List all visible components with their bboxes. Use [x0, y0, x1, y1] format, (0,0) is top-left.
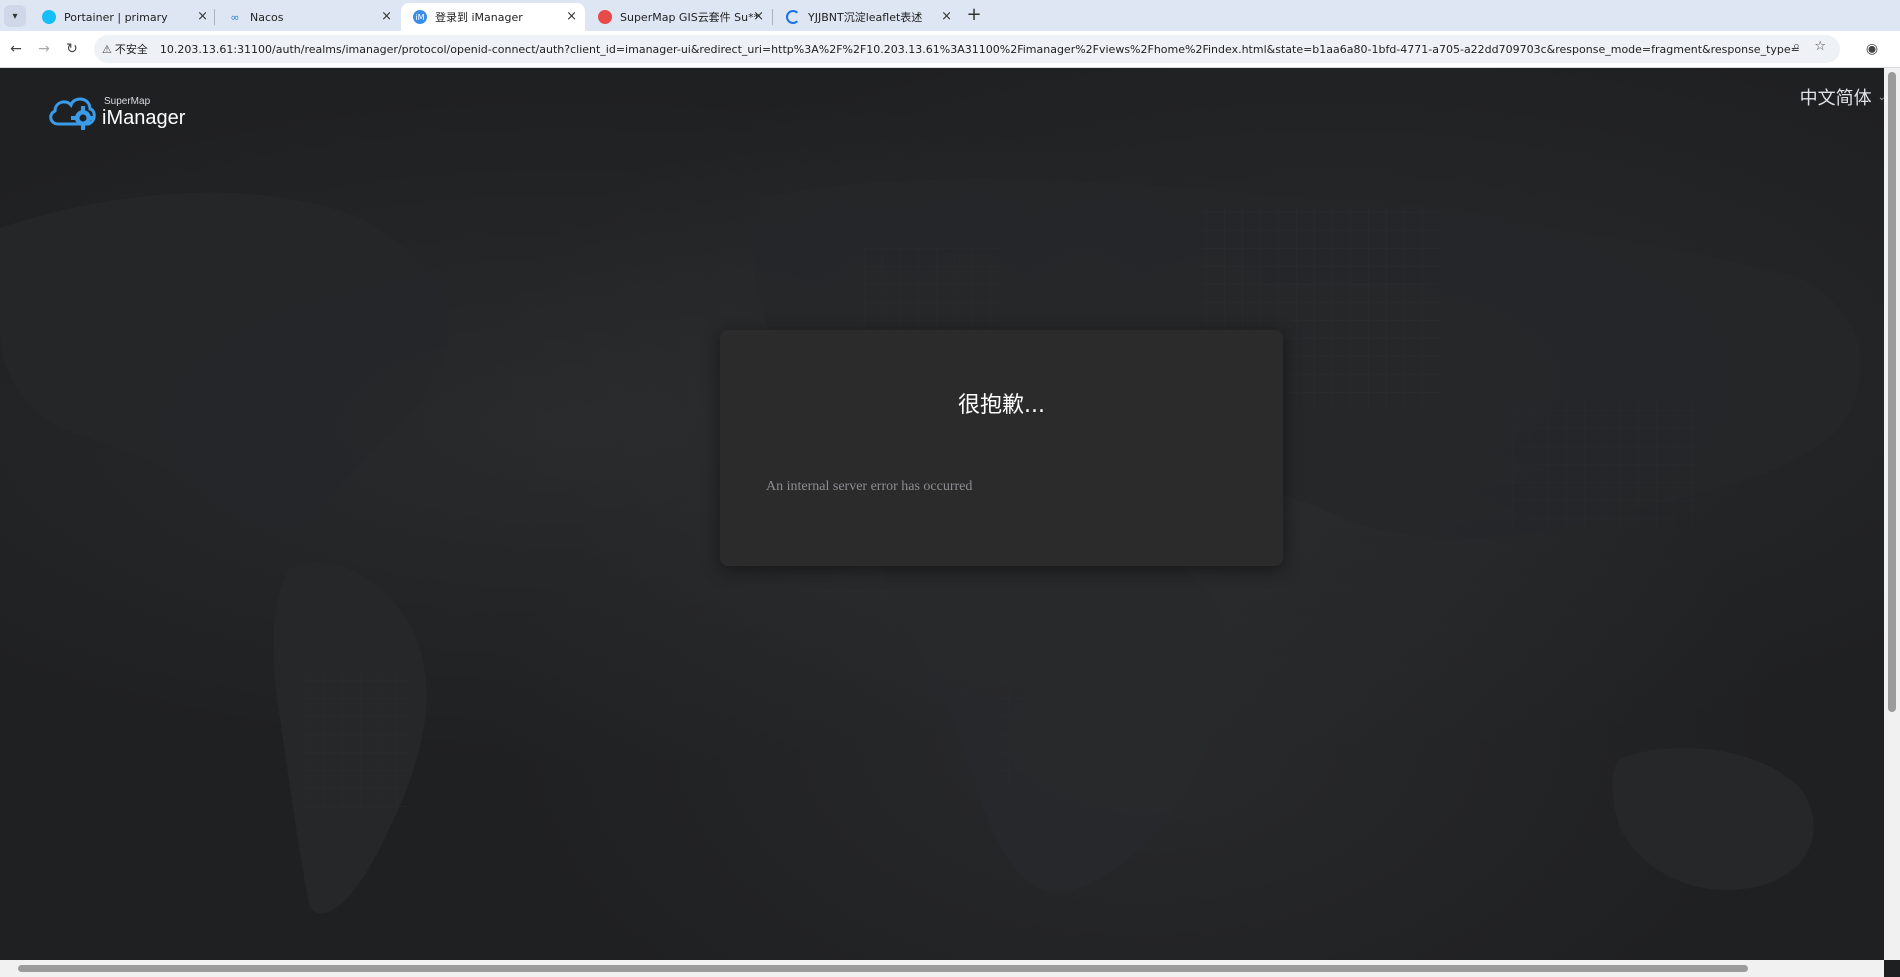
tab-separator — [772, 9, 773, 25]
tab-supermap-gis[interactable]: SuperMap GIS云套件 Su***ap × — [586, 3, 772, 31]
bookmark-star-icon[interactable]: ☆ — [1814, 39, 1826, 54]
url-text[interactable]: 10.203.13.61:31100/auth/realms/imanager/… — [160, 43, 1800, 56]
supermap-imanager-logo[interactable]: SuperMap iManager — [46, 88, 206, 136]
tab-title: SuperMap GIS云套件 Su***ap — [620, 11, 760, 24]
close-icon[interactable]: × — [381, 9, 392, 25]
profile-icon[interactable]: ◉ — [1862, 39, 1882, 59]
reload-icon[interactable]: ↻ — [62, 39, 82, 59]
close-icon[interactable]: × — [566, 9, 577, 25]
zoom-icon[interactable]: ⌕ — [1793, 39, 1800, 54]
cloud-gear-icon — [49, 97, 96, 130]
tab-nacos[interactable]: ∞ Nacos × — [216, 3, 400, 31]
loading-spinner-icon — [786, 10, 800, 24]
address-bar[interactable]: ⚠ 不安全 10.203.13.61:31100/auth/realms/ima… — [94, 35, 1840, 63]
new-tab-button[interactable]: + — [964, 6, 984, 26]
error-message: An internal server error has occurred — [766, 479, 973, 494]
tab-imanager-login[interactable]: iM 登录到 iManager × — [401, 3, 585, 31]
back-icon[interactable]: ← — [6, 39, 26, 59]
security-label[interactable]: 不安全 — [115, 41, 148, 57]
close-icon[interactable]: × — [197, 9, 208, 25]
page-content: SuperMap iManager 中文简体 ⌄ 很抱歉... An inter… — [0, 68, 1900, 960]
vertical-scrollbar[interactable] — [1884, 68, 1900, 960]
tab-search-button[interactable]: ▾ — [4, 5, 26, 27]
portainer-icon — [42, 10, 56, 24]
warning-icon[interactable]: ⚠ — [102, 43, 112, 56]
tab-portainer[interactable]: Portainer | primary × — [30, 3, 216, 31]
nacos-icon: ∞ — [230, 10, 240, 24]
logo-main-text: iManager — [102, 107, 186, 129]
tab-separator — [214, 9, 215, 25]
chevron-down-icon: ▾ — [12, 10, 18, 22]
close-icon[interactable]: × — [941, 9, 952, 25]
browser-toolbar: ← → ↻ ⚠ 不安全 10.203.13.61:31100/auth/real… — [0, 31, 1900, 68]
imanager-icon: iM — [413, 10, 427, 24]
scrollbar-thumb[interactable] — [18, 965, 1748, 972]
tab-strip: ▾ Portainer | primary × ∞ Nacos × iM 登录到… — [0, 0, 1900, 31]
scrollbar-thumb[interactable] — [1888, 72, 1896, 712]
tab-title: YJJBNT沉淀leaflet表述 — [808, 11, 923, 24]
tab-title: Nacos — [250, 10, 284, 24]
logo-super-text: SuperMap — [104, 96, 151, 107]
tab-title: Portainer | primary — [64, 10, 168, 24]
horizontal-scrollbar[interactable] — [0, 960, 1884, 977]
supermap-icon — [598, 10, 612, 24]
error-title: 很抱歉... — [958, 393, 1045, 418]
tab-yjjbnt[interactable]: YJJBNT沉淀leaflet表述 × — [774, 3, 960, 31]
tab-title: 登录到 iManager — [435, 11, 523, 24]
language-label[interactable]: 中文简体 — [1800, 84, 1872, 110]
close-icon[interactable]: × — [753, 9, 764, 25]
forward-icon[interactable]: → — [34, 39, 54, 59]
language-selector[interactable]: 中文简体 ⌄ — [1800, 84, 1886, 110]
error-card: 很抱歉... An internal server error has occu… — [720, 330, 1283, 566]
